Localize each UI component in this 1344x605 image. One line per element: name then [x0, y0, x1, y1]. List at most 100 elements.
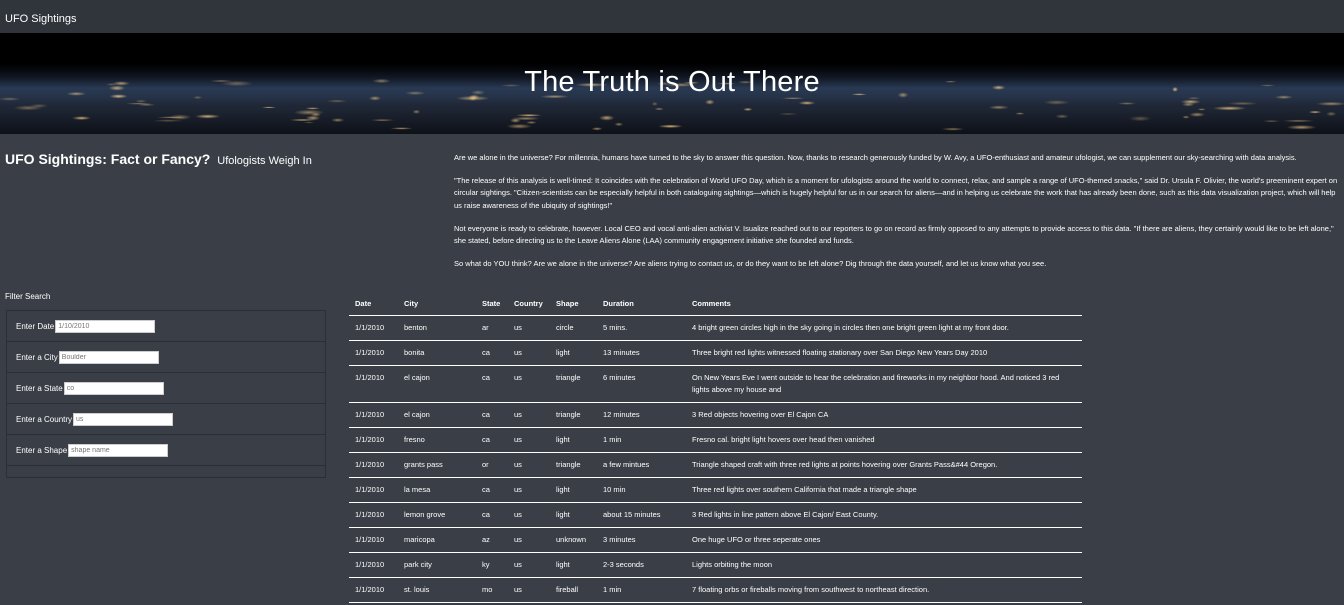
state-input[interactable]: [63, 381, 164, 395]
cell-duration: 5 mins.: [597, 315, 686, 341]
cell-shape: light: [550, 340, 597, 366]
cell-comments: 3 Red lights in line pattern above El Ca…: [686, 502, 1082, 528]
table-row: 1/1/2010 maricopa az us unknown 3 minutes One …: [349, 527, 1082, 553]
cell-state: ca: [476, 402, 508, 428]
table-body: 1/1/2010 benton ar us circle 5 mins. 4 bright …: [349, 315, 1082, 603]
cell-duration: 6 minutes: [597, 365, 686, 403]
navbar-brand[interactable]: UFO Sightings: [5, 13, 77, 25]
article-paragraph: So what do YOU think? Are we alone in th…: [454, 259, 1047, 269]
filter-date-label: Enter Date: [16, 321, 55, 331]
cell-country: us: [508, 452, 550, 478]
filter-city-row: Enter a City: [7, 342, 325, 373]
cell-city: fresno: [398, 427, 476, 453]
shape-input[interactable]: [68, 443, 169, 457]
cell-shape: circle: [550, 315, 597, 341]
cell-date: 1/1/2010: [349, 402, 398, 428]
cell-shape: light: [550, 477, 597, 503]
cell-duration: 10 min: [597, 477, 686, 503]
table-row: 1/1/2010 benton ar us circle 5 mins. 4 bright …: [349, 315, 1082, 341]
cell-comments: 3 Red objects hovering over El Cajon CA: [686, 402, 1082, 428]
cell-date: 1/1/2010: [349, 452, 398, 478]
table-row: 1/1/2010 fresno ca us light 1 min Fresno cal. …: [349, 427, 1082, 453]
cell-country: us: [508, 427, 550, 453]
cell-country: us: [508, 477, 550, 503]
article-text: Are we alone in the universe? For millen…: [454, 152, 1338, 281]
cell-duration: a few mintues: [597, 452, 686, 478]
cell-date: 1/1/2010: [349, 315, 398, 341]
cell-shape: triangle: [550, 402, 597, 428]
table-row: 1/1/2010 lemon grove ca us light about 15 min…: [349, 502, 1082, 528]
cell-state: az: [476, 527, 508, 553]
cell-city: el cajon: [398, 402, 476, 428]
table-row: 1/1/2010 bonita ca us light 13 minutes Three b…: [349, 340, 1082, 366]
column-header-state: State: [476, 291, 508, 316]
cell-country: us: [508, 527, 550, 553]
navbar: UFO Sightings: [0, 0, 1344, 33]
cell-comments: One huge UFO or three seperate ones: [686, 527, 1082, 553]
column-header-city: City: [398, 291, 476, 316]
cell-country: us: [508, 365, 550, 403]
cell-duration: 2-3 seconds: [597, 552, 686, 578]
city-input[interactable]: [58, 350, 159, 364]
cell-city: st. louis: [398, 577, 476, 603]
cell-shape: triangle: [550, 452, 597, 478]
cell-city: la mesa: [398, 477, 476, 503]
cell-state: ar: [476, 315, 508, 341]
cell-date: 1/1/2010: [349, 365, 398, 403]
cell-city: benton: [398, 315, 476, 341]
filter-date-row: Enter Date: [7, 311, 325, 342]
cell-state: mo: [476, 577, 508, 603]
cell-country: us: [508, 402, 550, 428]
table-row: 1/1/2010 el cajon ca us triangle 6 minutes On …: [349, 365, 1082, 403]
cell-date: 1/1/2010: [349, 552, 398, 578]
article-paragraph: Are we alone in the universe? For millen…: [454, 153, 1297, 162]
ufo-table: Date City State Country Shape Duration C…: [349, 291, 1082, 603]
filter-list: Enter Date Enter a City Enter a State En…: [6, 310, 326, 478]
cell-date: 1/1/2010: [349, 340, 398, 366]
cell-duration: 1 min: [597, 577, 686, 603]
page-headline: UFO Sightings: Fact or Fancy? Ufologists…: [5, 151, 312, 167]
cell-state: ca: [476, 365, 508, 403]
column-header-shape: Shape: [550, 291, 597, 316]
cell-shape: light: [550, 502, 597, 528]
table-row: 1/1/2010 la mesa ca us light 10 min Three red …: [349, 477, 1082, 503]
cell-state: ky: [476, 552, 508, 578]
table-header-row: Date City State Country Shape Duration C…: [349, 291, 1082, 316]
hero-banner: The Truth is Out There: [0, 33, 1344, 134]
filter-shape-row: Enter a Shape: [7, 435, 325, 466]
cell-shape: unknown: [550, 527, 597, 553]
cell-country: us: [508, 502, 550, 528]
cell-state: ca: [476, 502, 508, 528]
column-header-date: Date: [349, 291, 398, 316]
cell-comments: Fresno cal. bright light hovers over hea…: [686, 427, 1082, 453]
cell-duration: about 15 minutes: [597, 502, 686, 528]
cell-city: park city: [398, 552, 476, 578]
cell-country: us: [508, 340, 550, 366]
cell-shape: triangle: [550, 365, 597, 403]
filter-shape-label: Enter a Shape: [16, 445, 68, 455]
article-paragraph: Not everyone is ready to celebrate, howe…: [454, 223, 1334, 246]
filter-heading: Filter Search: [5, 292, 51, 301]
cell-comments: Three bright red lights witnessed floati…: [686, 340, 1082, 366]
cell-city: el cajon: [398, 365, 476, 403]
cell-comments: 7 floating orbs or fireballs moving from…: [686, 577, 1082, 603]
filter-country-row: Enter a Country: [7, 404, 325, 435]
cell-date: 1/1/2010: [349, 502, 398, 528]
cell-date: 1/1/2010: [349, 577, 398, 603]
column-header-duration: Duration: [597, 291, 686, 316]
cell-duration: 3 minutes: [597, 527, 686, 553]
filter-country-label: Enter a Country: [16, 414, 73, 424]
cell-city: lemon grove: [398, 502, 476, 528]
cell-comments: Three red lights over southern Californi…: [686, 477, 1082, 503]
cell-date: 1/1/2010: [349, 427, 398, 453]
cell-shape: light: [550, 552, 597, 578]
cell-comments: Triangle shaped craft with three red lig…: [686, 452, 1082, 478]
cell-country: us: [508, 577, 550, 603]
date-input[interactable]: [55, 319, 156, 333]
country-input[interactable]: [73, 412, 174, 426]
cell-city: grants pass: [398, 452, 476, 478]
cell-date: 1/1/2010: [349, 477, 398, 503]
column-header-country: Country: [508, 291, 550, 316]
cell-duration: 13 minutes: [597, 340, 686, 366]
filter-state-row: Enter a State: [7, 373, 325, 404]
